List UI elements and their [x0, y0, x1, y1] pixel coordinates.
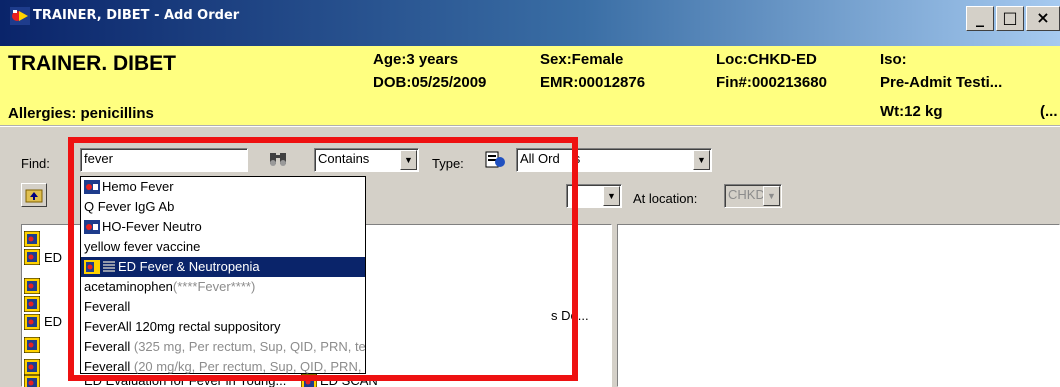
weight-extra: (... [1040, 103, 1058, 120]
patient-banner: TRAINER. DIBET Age:3 years DOB:05/25/200… [0, 46, 1060, 126]
list-item[interactable]: Feverall (20 mg/kg, Per rectum, Sup, QID… [81, 357, 365, 377]
care-plan-icon [103, 261, 115, 272]
order-set-icon [24, 375, 40, 387]
order-set-icon [24, 337, 40, 353]
lab-order-icon [84, 180, 100, 194]
patient-weight: Wt:12 kg [880, 103, 943, 120]
chevron-down-icon[interactable]: ▼ [763, 186, 780, 206]
maximize-button[interactable]: □ [996, 6, 1024, 31]
location-select[interactable]: CHKD ▼ [724, 184, 782, 208]
window-title-bar[interactable]: TRAINER, DIBET - Add Order _ □ × [0, 0, 1060, 46]
search-mode-select[interactable]: Contains ▼ [314, 148, 419, 172]
order-type-value-tail: s [573, 151, 581, 166]
patient-fin: Fin#:000213680 [716, 74, 827, 91]
order-set-icon [24, 278, 40, 294]
search-mode-value: Contains [318, 151, 370, 166]
list-item[interactable]: yellow fever vaccine [81, 237, 365, 257]
patient-emr: EMR:00012876 [540, 74, 646, 91]
chevron-down-icon[interactable]: ▼ [400, 150, 417, 170]
autocomplete-dropdown[interactable]: Hemo Fever Q Fever IgG Ab HO-Fever Neutr… [80, 176, 366, 374]
folder-select[interactable]: ▼ [566, 184, 622, 208]
order-set-icon [24, 231, 40, 247]
patient-dob: DOB:05/25/2009 [373, 74, 487, 91]
patient-location: Loc:CHKD-ED [716, 51, 817, 68]
patient-age: Age:3 years [373, 51, 459, 68]
window-title: TRAINER, DIBET - Add Order [33, 8, 240, 23]
find-input[interactable]: fever [80, 148, 248, 172]
encounter-status: Pre-Admit Testi... [880, 74, 1003, 91]
order-set-icon [24, 314, 40, 330]
patient-isolation: Iso: [880, 51, 907, 68]
order-details-panel [617, 224, 1060, 387]
list-item-selected[interactable]: ED Fever & Neutropenia [81, 257, 365, 277]
find-input-value: fever [84, 151, 113, 166]
order-set-icon [24, 296, 40, 312]
list-item[interactable]: acetaminophen (****Fever****) [81, 277, 365, 297]
order-type-value: All Ord [520, 151, 560, 166]
patient-sex: Sex:Female [540, 51, 624, 68]
list-item[interactable]: Feverall (325 mg, Per rectum, Sup, QID, … [81, 337, 365, 357]
chevron-down-icon[interactable]: ▼ [693, 150, 710, 170]
up-folder-button[interactable] [21, 183, 47, 207]
order-set-icon [24, 359, 40, 375]
order-row-partial[interactable]: ED [44, 250, 62, 265]
order-row-partial[interactable]: ED [44, 314, 62, 329]
folder-up-icon [25, 189, 43, 203]
minimize-button[interactable]: _ [966, 6, 994, 31]
order-type-icon [485, 151, 505, 168]
order-set-icon [84, 260, 100, 274]
chevron-down-icon[interactable]: ▼ [603, 186, 620, 206]
list-item[interactable]: FeverAll 120mg rectal suppository [81, 317, 365, 337]
app-logo-icon [10, 7, 30, 25]
order-set-icon [24, 249, 40, 265]
list-item[interactable]: Feverall [81, 297, 365, 317]
at-location-label: At location: [633, 191, 698, 206]
list-item[interactable]: Q Fever IgG Ab [81, 197, 365, 217]
location-value: CHKD [728, 187, 765, 202]
patient-name: TRAINER. DIBET [8, 52, 176, 75]
order-type-select[interactable]: All Ord s ▼ [516, 148, 712, 172]
order-row-partial-right[interactable]: s De... [551, 308, 589, 323]
binoculars-icon[interactable] [268, 149, 288, 169]
close-button[interactable]: × [1026, 6, 1060, 31]
type-label: Type: [432, 156, 464, 171]
list-item[interactable]: HO-Fever Neutro [81, 217, 365, 237]
list-item[interactable]: Hemo Fever [81, 177, 365, 197]
find-label: Find: [21, 156, 50, 171]
allergies: Allergies: penicillins [8, 105, 154, 122]
lab-order-icon [84, 220, 100, 234]
